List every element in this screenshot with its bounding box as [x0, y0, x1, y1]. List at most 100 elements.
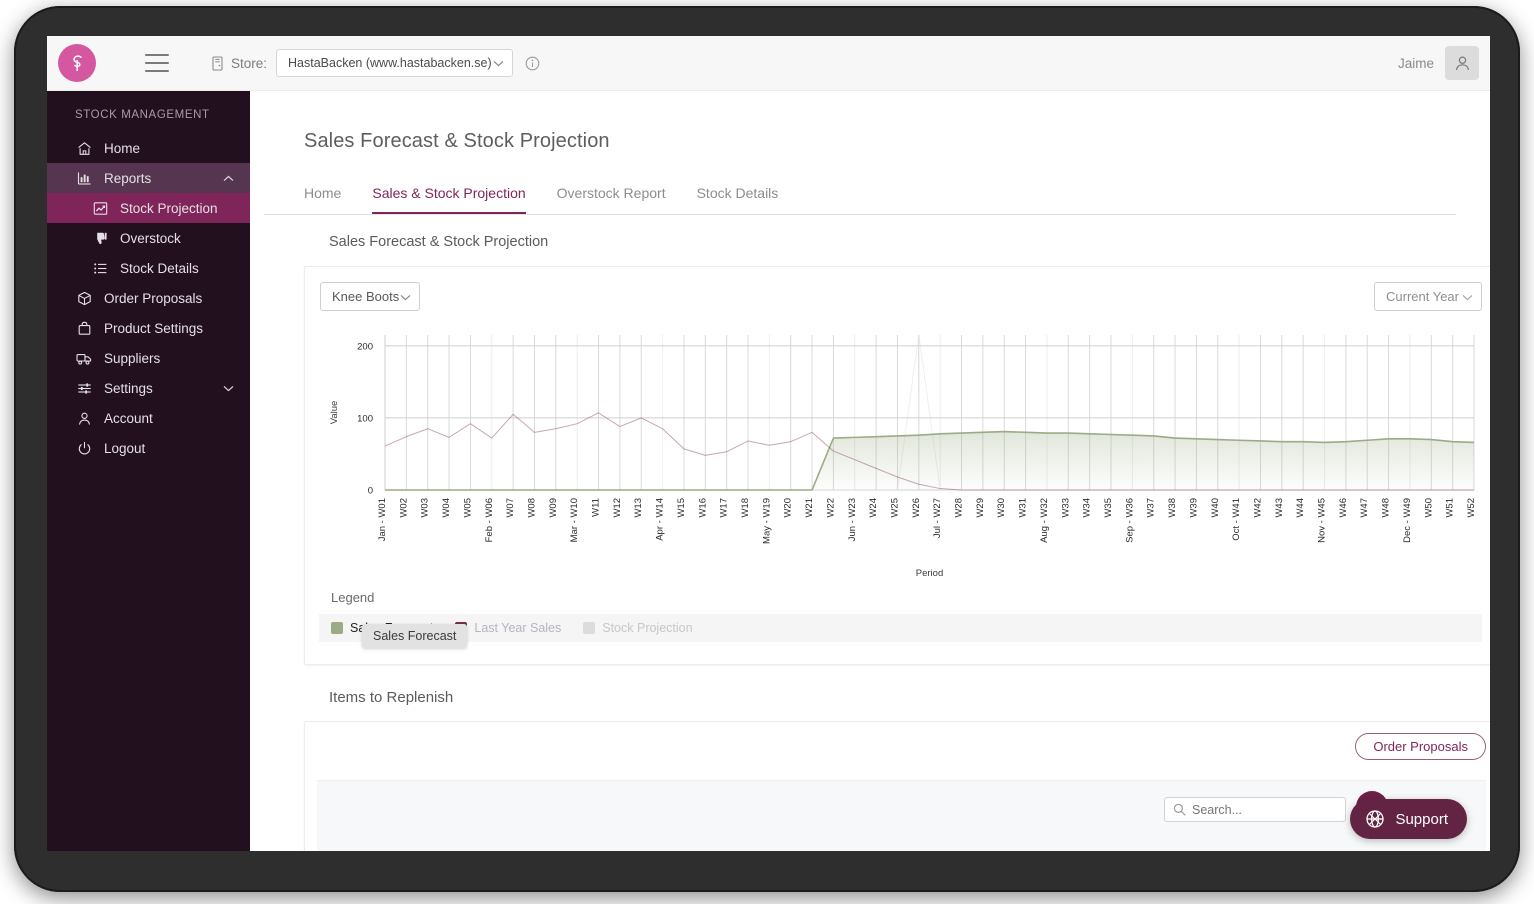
legend-title: Legend [305, 586, 1490, 614]
svg-text:Nov - W45: Nov - W45 [1317, 498, 1328, 543]
svg-text:Apr - W14: Apr - W14 [655, 498, 666, 541]
svg-text:W04: W04 [441, 498, 452, 518]
svg-text:0: 0 [368, 486, 373, 497]
brand-s-logo[interactable] [58, 44, 96, 82]
sidebar-item-label: Order Proposals [104, 291, 202, 306]
svg-text:W02: W02 [398, 498, 409, 518]
legend-item-last-year-sales[interactable]: Last Year Sales [455, 621, 561, 635]
app-screen: Store: HastaBacken (www.hastabacken.se) … [47, 36, 1490, 851]
sidebar-item-home[interactable]: Home [47, 133, 250, 163]
search-box[interactable] [1164, 797, 1346, 822]
store-select[interactable]: HastaBacken (www.hastabacken.se) [276, 49, 513, 77]
sidebar-item-stock-projection[interactable]: Stock Projection [47, 193, 250, 223]
legend-item-stock-projection[interactable]: Stock Projection [583, 621, 692, 635]
chart-tooltip: Sales Forecast [362, 624, 467, 648]
hamburger-menu-icon[interactable] [145, 54, 169, 72]
tab-stock-details[interactable]: Stock Details [697, 185, 779, 214]
svg-text:Jul - W27: Jul - W27 [932, 498, 943, 538]
svg-text:W48: W48 [1381, 498, 1392, 518]
trend-chart-icon [91, 201, 109, 216]
list-icon [91, 261, 109, 276]
svg-text:W47: W47 [1359, 498, 1370, 518]
svg-text:W21: W21 [804, 498, 815, 518]
year-select-value: Current Year [1386, 289, 1459, 304]
chart-area: 0100200ValueJan - W01W02W03W04W05Feb - W… [305, 325, 1490, 586]
sidebar-item-label: Settings [104, 381, 153, 396]
legend-swatch [331, 622, 343, 634]
sidebar-item-settings[interactable]: Settings [47, 373, 250, 403]
store-select-value: HastaBacken (www.hastabacken.se) [288, 56, 492, 70]
svg-text:W22: W22 [825, 498, 836, 518]
legend-label: Last Year Sales [474, 621, 561, 635]
sales-forecast-chart[interactable]: 0100200ValueJan - W01W02W03W04W05Feb - W… [319, 325, 1482, 580]
tab-home[interactable]: Home [304, 185, 341, 214]
tab-sales-stock-projection[interactable]: Sales & Stock Projection [372, 185, 525, 214]
svg-text:W38: W38 [1167, 498, 1178, 518]
svg-text:200: 200 [357, 341, 373, 352]
tab-bar: Home Sales & Stock Projection Overstock … [264, 185, 1456, 215]
sidebar-item-stock-details[interactable]: Stock Details [47, 253, 250, 283]
legend-swatch [583, 622, 595, 634]
search-input[interactable] [1192, 803, 1332, 817]
avatar[interactable] [1445, 46, 1479, 80]
search-icon [1173, 803, 1186, 816]
svg-text:W16: W16 [697, 498, 708, 518]
svg-text:W26: W26 [911, 498, 922, 518]
truck-icon [75, 351, 93, 366]
sidebar-item-label: Home [104, 141, 140, 156]
svg-text:Oct - W41: Oct - W41 [1231, 498, 1242, 541]
svg-text:W35: W35 [1103, 498, 1114, 518]
replenish-card: Order Proposals [304, 721, 1490, 851]
sidebar-item-logout[interactable]: Logout [47, 433, 250, 463]
chevron-down-icon [223, 385, 234, 392]
svg-text:W18: W18 [740, 498, 751, 518]
order-proposals-button[interactable]: Order Proposals [1355, 733, 1486, 760]
sidebar-item-reports[interactable]: Reports [47, 163, 250, 193]
thumbs-down-icon [91, 231, 109, 246]
sidebar-item-account[interactable]: Account [47, 403, 250, 433]
user-area: Jaime [1398, 46, 1479, 80]
svg-text:W17: W17 [719, 498, 730, 518]
replenish-heading: Items to Replenish [250, 665, 1490, 706]
svg-text:W43: W43 [1274, 498, 1285, 518]
svg-text:W08: W08 [526, 498, 537, 518]
svg-text:W39: W39 [1188, 498, 1199, 518]
sidebar-item-product-settings[interactable]: Product Settings [47, 313, 250, 343]
home-icon [75, 141, 93, 156]
section-heading: Sales Forecast & Stock Projection [250, 215, 1490, 250]
store-label: Store: [231, 56, 267, 71]
product-select[interactable]: Knee Boots [320, 282, 420, 311]
svg-text:W30: W30 [996, 498, 1007, 518]
sidebar-item-overstock[interactable]: Overstock [47, 223, 250, 253]
sidebar-item-suppliers[interactable]: Suppliers [47, 343, 250, 373]
tab-overstock-report[interactable]: Overstock Report [557, 185, 666, 214]
svg-text:Dec - W49: Dec - W49 [1402, 498, 1413, 543]
sidebar-item-label: Reports [104, 171, 151, 186]
info-circle-icon[interactable] [525, 56, 540, 71]
year-select[interactable]: Current Year [1374, 282, 1482, 311]
svg-text:W07: W07 [505, 498, 516, 518]
svg-text:W46: W46 [1338, 498, 1349, 518]
bag-icon [75, 321, 93, 336]
svg-text:W42: W42 [1252, 498, 1263, 518]
sidebar-item-order-proposals[interactable]: Order Proposals [47, 283, 250, 313]
sidebar: STOCK MANAGEMENT Home Reports [47, 91, 250, 851]
power-icon [75, 441, 93, 456]
chevron-down-icon [1462, 289, 1473, 304]
legend-label: Stock Projection [602, 621, 692, 635]
svg-text:Sep - W36: Sep - W36 [1124, 498, 1135, 543]
main-content: Sales Forecast & Stock Projection Home S… [250, 91, 1490, 851]
support-button[interactable]: Support [1350, 799, 1467, 839]
svg-text:Feb - W06: Feb - W06 [484, 498, 495, 542]
svg-text:W12: W12 [612, 498, 623, 518]
replenish-table-zone [317, 780, 1486, 851]
svg-text:W37: W37 [1146, 498, 1157, 518]
svg-text:W11: W11 [591, 498, 602, 517]
store-building-icon [211, 56, 224, 71]
chevron-down-icon [400, 289, 411, 304]
svg-text:W40: W40 [1210, 498, 1221, 518]
svg-text:W25: W25 [889, 498, 900, 518]
sidebar-item-label: Suppliers [104, 351, 160, 366]
svg-text:Value: Value [329, 401, 340, 425]
svg-text:W44: W44 [1295, 498, 1306, 518]
